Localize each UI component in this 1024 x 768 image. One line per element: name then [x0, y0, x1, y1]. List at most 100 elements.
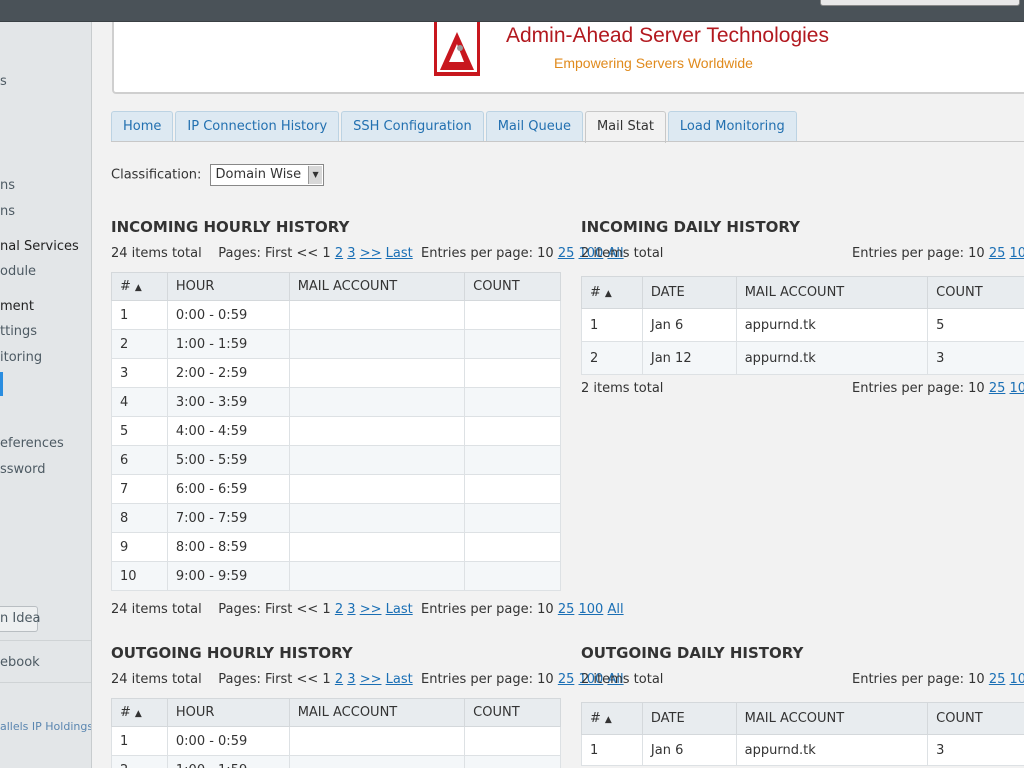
per-page-link[interactable]: All	[607, 602, 623, 617]
search-input[interactable]	[820, 0, 1020, 6]
tab-load-monitoring[interactable]: Load Monitoring	[667, 111, 797, 142]
column-header-label: #	[120, 279, 131, 294]
tab-mail-queue[interactable]: Mail Queue	[485, 111, 583, 142]
sidebar-item[interactable]: ns	[0, 204, 15, 219]
per-page-link[interactable]: 25	[989, 246, 1006, 261]
column-header[interactable]: DATE	[641, 276, 737, 309]
table-cell: 1	[581, 734, 643, 766]
incoming-hourly-title: INCOMING HOURLY HISTORY	[111, 218, 350, 236]
per-page-link[interactable]: 100	[1010, 246, 1024, 261]
table-cell	[464, 387, 561, 417]
column-header[interactable]: # ▲	[581, 702, 643, 735]
table-cell: 1:00 - 1:59	[166, 755, 290, 768]
sidebar-item[interactable]: ttings	[0, 324, 37, 339]
tab-ssh-configuration[interactable]: SSH Configuration	[341, 111, 484, 142]
per-page-current: 10	[537, 602, 554, 617]
sidebar-section: nal Services	[0, 239, 79, 254]
sidebar-item[interactable]: ssword	[0, 462, 46, 477]
column-header-label: MAIL ACCOUNT	[297, 705, 398, 720]
per-page-link[interactable]: 100	[579, 602, 604, 617]
column-header-label: DATE	[650, 711, 685, 726]
tab-mail-stat[interactable]: Mail Stat	[584, 111, 666, 143]
table-cell	[464, 445, 561, 475]
page-link[interactable]: 3	[347, 246, 355, 261]
first-link[interactable]: First	[265, 672, 292, 687]
sidebar-item[interactable]: s	[0, 74, 7, 89]
per-page-link[interactable]: 25	[558, 246, 575, 261]
table-row: 8 7:00 - 7:59	[111, 503, 561, 533]
table-row: 4 3:00 - 3:59	[111, 387, 561, 417]
table-cell: Jan 6	[641, 308, 737, 342]
sidebar-divider	[0, 640, 91, 641]
table-cell	[464, 358, 561, 388]
prev-link[interactable]: <<	[296, 602, 318, 617]
tab-home[interactable]: Home	[111, 111, 174, 142]
sort-ascending-icon[interactable]: ▲	[605, 289, 612, 299]
submit-idea-button[interactable]: n Idea	[0, 606, 41, 632]
per-page-link[interactable]: 25	[558, 602, 575, 617]
table-cell: 9	[111, 532, 168, 562]
sort-ascending-icon[interactable]: ▲	[135, 709, 142, 719]
page-link[interactable]: 3	[347, 672, 355, 687]
page-link[interactable]: 2	[335, 602, 343, 617]
tab-ip-connection-history[interactable]: IP Connection History	[175, 111, 340, 142]
table-cell	[288, 387, 466, 417]
sidebar-item[interactable]: odule	[0, 264, 36, 279]
prev-link[interactable]: <<	[296, 672, 318, 687]
sidebar-item[interactable]: itoring	[0, 350, 42, 365]
per-page-link[interactable]: 100	[1010, 381, 1024, 396]
last-link[interactable]: Last	[386, 672, 413, 687]
tab-bar: Home IP Connection History SSH Configura…	[111, 111, 799, 143]
table-cell	[288, 445, 466, 475]
copyright-link[interactable]: allels IP Holdings	[0, 720, 91, 733]
sort-ascending-icon[interactable]: ▲	[135, 283, 142, 293]
page-link[interactable]: 2	[335, 672, 343, 687]
column-header[interactable]: COUNT	[927, 702, 1024, 735]
per-page-link[interactable]: 100	[1010, 672, 1024, 687]
page-link[interactable]: 3	[347, 602, 355, 617]
first-link[interactable]: First	[265, 602, 292, 617]
page-link[interactable]: 2	[335, 246, 343, 261]
per-page-current: 10	[968, 246, 985, 261]
table-cell: 8	[111, 503, 168, 533]
column-header[interactable]: HOUR	[166, 272, 290, 301]
table-row: 1 Jan 6 appurnd.tk 3	[581, 734, 1024, 766]
column-header[interactable]: # ▲	[111, 698, 168, 727]
per-page-link[interactable]: 25	[989, 381, 1006, 396]
first-link[interactable]: First	[265, 246, 292, 261]
per-page-current: 10	[537, 246, 554, 261]
column-header[interactable]: MAIL ACCOUNT	[288, 698, 466, 727]
column-header[interactable]: MAIL ACCOUNT	[288, 272, 466, 301]
page-current: 1	[322, 602, 331, 617]
facebook-link[interactable]: ebook	[0, 655, 40, 670]
column-header[interactable]: # ▲	[581, 276, 643, 309]
sidebar-item[interactable]: eferences	[0, 436, 64, 451]
column-header[interactable]: COUNT	[927, 276, 1024, 309]
column-header[interactable]: MAIL ACCOUNT	[735, 276, 929, 309]
column-header[interactable]: COUNT	[464, 272, 561, 301]
table-row: 10 9:00 - 9:59	[111, 561, 561, 591]
sort-ascending-icon[interactable]: ▲	[605, 715, 612, 725]
column-header[interactable]: MAIL ACCOUNT	[735, 702, 929, 735]
incoming-daily-per-page-bottom: Entries per page: 10 25 100 A	[852, 381, 1024, 399]
column-header[interactable]: DATE	[641, 702, 737, 735]
last-link[interactable]: Last	[386, 246, 413, 261]
next-link[interactable]: >>	[360, 672, 382, 687]
entries-label: Entries per page:	[852, 381, 964, 396]
column-header[interactable]: HOUR	[166, 698, 290, 727]
classification-select[interactable]: Domain Wise ▼	[209, 164, 325, 186]
table-row: 2 Jan 12 appurnd.tk 3	[581, 341, 1024, 375]
submit-idea-label: n Idea	[0, 611, 41, 626]
next-link[interactable]: >>	[360, 246, 382, 261]
column-header-label: HOUR	[175, 279, 215, 294]
per-page-link[interactable]: 25	[558, 672, 575, 687]
last-link[interactable]: Last	[386, 602, 413, 617]
sidebar: s ns ns nal Services odule ment ttings i…	[0, 22, 92, 768]
table-cell: 7:00 - 7:59	[166, 503, 290, 533]
per-page-link[interactable]: 25	[989, 672, 1006, 687]
column-header[interactable]: COUNT	[464, 698, 561, 727]
column-header[interactable]: # ▲	[111, 272, 168, 301]
next-link[interactable]: >>	[360, 602, 382, 617]
prev-link[interactable]: <<	[296, 246, 318, 261]
sidebar-item[interactable]: ns	[0, 178, 15, 193]
